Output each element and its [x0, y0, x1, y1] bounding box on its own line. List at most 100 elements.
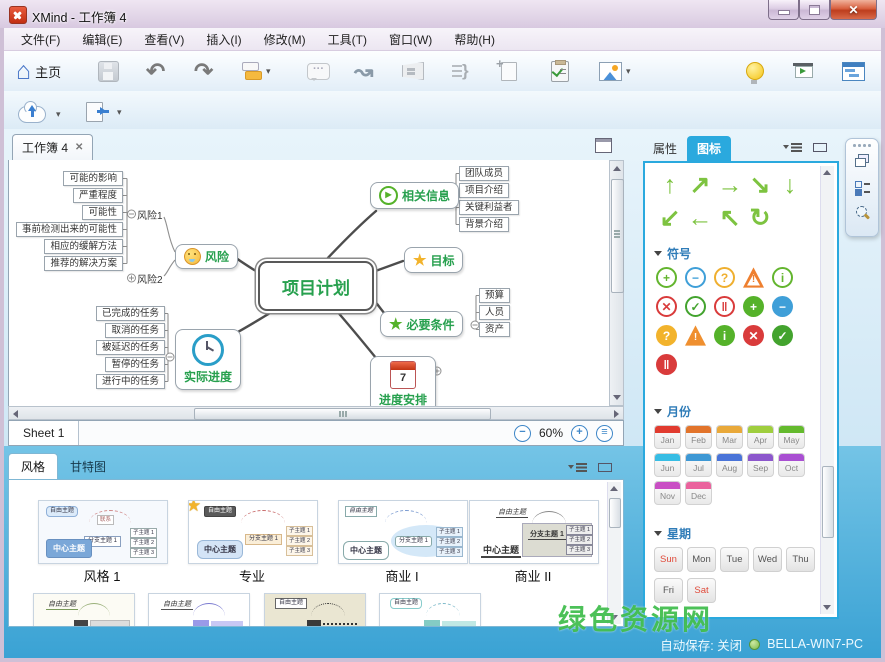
month-marker[interactable]: May: [778, 425, 805, 449]
month-marker[interactable]: Feb: [685, 425, 712, 449]
idea-button[interactable]: [746, 56, 764, 86]
subtopic[interactable]: 人员: [479, 305, 510, 320]
workbook-tab[interactable]: 工作簿 4 ✕: [12, 134, 93, 160]
style-thumbnail-8[interactable]: 自由主题: [379, 593, 481, 627]
menu-item[interactable]: 查看(V): [133, 28, 195, 51]
symbol-marker-icon[interactable]: ?: [656, 325, 677, 346]
subtopic[interactable]: 已完成的任务: [96, 306, 165, 321]
maximize-button[interactable]: [799, 0, 830, 20]
menu-item[interactable]: 编辑(E): [71, 28, 133, 51]
subtopic[interactable]: 可能性: [82, 205, 123, 220]
panel-menu-icon[interactable]: [783, 141, 803, 153]
month-marker[interactable]: Mar: [716, 425, 743, 449]
notes-button[interactable]: ···: [307, 56, 330, 86]
symbol-marker-icon[interactable]: ?: [714, 267, 735, 288]
section-weekdays[interactable]: 星期: [654, 525, 691, 542]
arrow-marker-icon[interactable]: ↓: [775, 171, 805, 200]
month-marker[interactable]: Jun: [654, 453, 681, 477]
zoom-fit-button[interactable]: ≡: [596, 425, 613, 442]
topic-dropdown-icon[interactable]: ▾: [266, 66, 271, 77]
menu-item[interactable]: 窗口(W): [378, 28, 443, 51]
topic-goal[interactable]: ★ 目标: [404, 247, 463, 273]
topic-risk[interactable]: 风险: [175, 244, 238, 269]
maximize-editor-icon[interactable]: [595, 138, 612, 153]
symbol-marker-icon[interactable]: −: [685, 267, 706, 288]
minimize-button[interactable]: [768, 0, 799, 20]
subtopic[interactable]: 事前检测出来的可能性: [16, 222, 123, 237]
home-button[interactable]: ⌂ 主页: [16, 56, 61, 86]
arrow-marker-icon[interactable]: ←: [685, 204, 715, 233]
save-button[interactable]: [98, 56, 119, 86]
panel-minimize-icon[interactable]: [598, 463, 612, 472]
relationship-button[interactable]: ↝: [354, 56, 373, 86]
drag-handle-icon[interactable]: [853, 144, 856, 147]
style-thumbnail-5[interactable]: 自由主题: [33, 593, 135, 627]
sheet-tab[interactable]: Sheet 1: [9, 421, 79, 445]
styles-scroll-thumb[interactable]: [609, 498, 621, 528]
month-marker[interactable]: Sep: [747, 453, 774, 477]
weekday-marker[interactable]: Sun: [654, 547, 683, 572]
scroll-down-icon[interactable]: [613, 395, 621, 400]
subtopic[interactable]: 暂停的任务: [105, 357, 165, 372]
symbol-marker-icon[interactable]: i: [714, 325, 735, 346]
markers-scrollbar[interactable]: [820, 166, 834, 614]
insert-topic-button[interactable]: ▾: [242, 56, 271, 86]
menu-item[interactable]: 插入(I): [195, 28, 252, 51]
style-thumbnail-7[interactable]: 自由主题: [264, 593, 366, 627]
gantt-view-button[interactable]: [842, 56, 865, 86]
horizontal-scroll-thumb[interactable]: [194, 408, 491, 420]
month-marker[interactable]: Jul: [685, 453, 712, 477]
scroll-up-icon[interactable]: [823, 170, 831, 175]
callout-button[interactable]: [501, 56, 517, 86]
arrow-marker-icon[interactable]: ↘: [745, 171, 775, 200]
scroll-left-icon[interactable]: [13, 410, 18, 418]
scroll-up-icon[interactable]: [613, 166, 621, 171]
style-thumbnail-1[interactable]: 自由主题 联系 分支主题 1 子主题 1 子主题 2 子主题 3 中心主题: [38, 500, 168, 564]
cloud-dropdown-icon[interactable]: ▾: [56, 109, 61, 120]
month-marker[interactable]: Nov: [654, 481, 681, 505]
section-months[interactable]: 月份: [654, 403, 691, 420]
symbol-marker-icon[interactable]: +: [743, 296, 764, 317]
mindmap-canvas[interactable]: 项目计划 风险 风险1 风险2 可能的影响严重程度可能性事前检测出来的可能性相应…: [8, 160, 609, 406]
symbol-marker-icon[interactable]: ✓: [685, 296, 706, 317]
style-thumbnail-2[interactable]: ★ 自由主题 分支主题 1 子主题 1 子主题 2 子主题 3 中心主题: [188, 500, 318, 564]
subtopic[interactable]: 可能的影响: [63, 171, 123, 186]
zoom-region-icon[interactable]: [854, 205, 870, 221]
panel-menu-icon[interactable]: [568, 461, 588, 473]
markers-scroll-thumb[interactable]: [822, 466, 834, 538]
weekday-marker[interactable]: Wed: [753, 547, 782, 572]
subtopic[interactable]: 被延迟的任务: [96, 340, 165, 355]
tab-gantt[interactable]: 甘特图: [58, 454, 118, 479]
month-marker[interactable]: Apr: [747, 425, 774, 449]
zoom-out-button[interactable]: −: [514, 425, 531, 442]
summary-button[interactable]: }: [452, 56, 469, 86]
topic-progress[interactable]: 实际进度: [175, 329, 241, 390]
symbol-marker-icon[interactable]: ‖: [714, 296, 735, 317]
topic-risk2[interactable]: 风险2: [137, 271, 163, 286]
tab-styles[interactable]: 风格: [8, 453, 58, 479]
menu-item[interactable]: 文件(F): [10, 28, 71, 51]
tab-close-icon[interactable]: ✕: [75, 142, 83, 153]
scroll-up-icon[interactable]: [610, 486, 618, 491]
arrow-marker-icon[interactable]: →: [715, 171, 745, 200]
arrow-marker-icon[interactable]: ↙: [655, 204, 685, 233]
vertical-scroll-thumb[interactable]: [611, 179, 624, 293]
export-button[interactable]: ▾: [86, 97, 122, 127]
weekday-marker[interactable]: Tue: [720, 547, 749, 572]
arrow-marker-icon[interactable]: ↗: [685, 171, 715, 200]
month-marker[interactable]: Aug: [716, 453, 743, 477]
tab-markers[interactable]: 图标: [687, 136, 731, 161]
weekday-marker[interactable]: Mon: [687, 547, 716, 572]
arrow-marker-icon[interactable]: ↻: [745, 204, 775, 233]
upload-cloud-button[interactable]: ▾: [18, 99, 61, 129]
menu-item[interactable]: 工具(T): [317, 28, 378, 51]
topic-risk1[interactable]: 风险1: [137, 207, 163, 222]
subtopic[interactable]: 严重程度: [73, 188, 123, 203]
scroll-down-icon[interactable]: [823, 605, 831, 610]
section-symbols[interactable]: 符号: [654, 245, 691, 262]
arrow-marker-icon[interactable]: ↖: [715, 204, 745, 233]
arrow-marker-icon[interactable]: ↑: [655, 171, 685, 200]
presentation-button[interactable]: [793, 56, 815, 86]
topic-requirements[interactable]: ★ 必要条件: [380, 311, 463, 337]
symbol-marker-icon[interactable]: !: [743, 267, 764, 288]
